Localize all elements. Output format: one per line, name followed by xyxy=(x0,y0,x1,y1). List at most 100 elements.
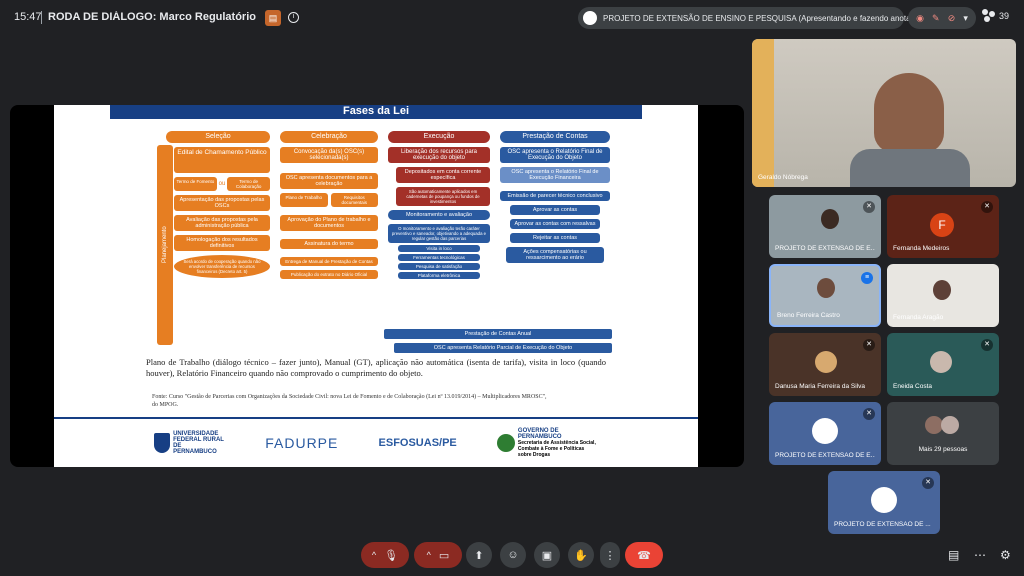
flow-box: Apresentação das propostas pelas OSCs xyxy=(174,195,270,211)
mic-off-icon: ✕ xyxy=(863,408,875,420)
end-call-icon: ☎ xyxy=(637,549,651,562)
end-call-button[interactable]: ☎ xyxy=(625,542,663,568)
host-controls-icon[interactable]: ⚙ xyxy=(1000,548,1011,562)
flow-or: ou xyxy=(218,181,226,187)
flow-box: Depositados em conta corrente específica xyxy=(396,167,490,183)
participant-tile[interactable]: Fernanda Aragão xyxy=(887,264,999,327)
column-header: Prestação de Contas xyxy=(500,131,610,143)
flow-box: Pesquisa de satisfação xyxy=(398,263,480,270)
meeting-title: RODA DE DIÁLOGO: Marco Regulatório da So… xyxy=(48,11,258,23)
participant-tile[interactable]: ✕ Danusa Maria Ferreira da Silva xyxy=(769,333,881,396)
camera-off-icon[interactable]: ▭ xyxy=(439,549,449,562)
column-prestacao: Prestação de Contas OSC apresenta o Rela… xyxy=(500,131,610,263)
column-header: Celebração xyxy=(280,131,378,143)
recording-controls[interactable]: ◉ ✎ ⊘ ▾ xyxy=(908,7,976,29)
flow-box: Requisitos documentais xyxy=(330,193,378,207)
main-speaker-tile[interactable]: Geraldo Nóbrega xyxy=(752,39,1016,187)
flow-box: Plano de Trabalho xyxy=(280,193,328,207)
participant-video xyxy=(933,280,951,300)
participant-name: PROJETO DE EXTENSÃO DE E... xyxy=(775,245,875,252)
flow-box: Ferramentas tecnológicas xyxy=(398,254,480,261)
info-icon[interactable]: i xyxy=(288,12,299,23)
microphone-control[interactable]: ^ 🎙 xyxy=(361,542,409,568)
flow-box: OSC apresenta o Relatório Final de Execu… xyxy=(500,167,610,183)
flow-box: São automaticamente aplicados em caderne… xyxy=(396,187,490,206)
more-options-button[interactable]: ⋮ xyxy=(600,542,620,568)
mic-off-icon: ✕ xyxy=(863,201,875,213)
captions-button[interactable]: ▣ xyxy=(534,542,560,568)
flow-box: O monitoramento e avaliação terão caráte… xyxy=(388,224,490,243)
flow-box: Aprovar as contas com ressalvas xyxy=(510,219,600,229)
presenter-avatar xyxy=(583,11,597,25)
participant-name: Danusa Maria Ferreira da Silva xyxy=(775,383,865,390)
top-bar: 15:47 RODA DE DIÁLOGO: Marco Regulatório… xyxy=(0,0,1024,36)
mic-off-icon: ✕ xyxy=(922,477,934,489)
flow-box: Publicação do extrato no Diário Oficial xyxy=(280,270,378,279)
participant-tile[interactable]: ✕ PROJETO DE EXTENSÃO DE E... xyxy=(769,402,881,465)
participant-video xyxy=(817,278,835,298)
speaking-icon: ≡ xyxy=(861,272,873,284)
fadurpe-logo: FADURPE xyxy=(265,435,339,451)
participant-tile[interactable]: ✕ Eneida Costa xyxy=(887,333,999,396)
flow-bar: Prestação de Contas Anual xyxy=(384,329,612,339)
mic-off-icon[interactable]: 🎙 xyxy=(384,549,398,562)
flow-box: Rejeitar as contas xyxy=(510,233,600,243)
slide-source: Fonte: Curso "Gestão de Parcerias com Or… xyxy=(152,394,547,408)
reactions-button[interactable]: ☺ xyxy=(500,542,526,568)
chevron-down-icon[interactable]: ▾ xyxy=(963,13,968,24)
presenter-label: PROJETO DE EXTENSÃO DE ENSINO E PESQUISA… xyxy=(603,13,931,23)
apps-icon[interactable]: ⋯ xyxy=(974,548,986,562)
more-icon: ⋮ xyxy=(604,549,616,562)
flow-box: Edital de Chamamento Público xyxy=(174,147,270,173)
flow-box: OSC apresenta o Relatório Final de Execu… xyxy=(500,147,610,163)
present-button[interactable]: ⬆ xyxy=(466,542,492,568)
emoji-icon: ☺ xyxy=(507,549,519,561)
flow-box: Avaliação das propostas pela administraç… xyxy=(174,215,270,231)
participant-tile[interactable]: ✕ PROJETO DE EXTENSÃO DE E... xyxy=(769,195,881,258)
stop-share-icon[interactable]: ⊘ xyxy=(948,13,956,24)
logo-strip: UNIVERSIDADE FEDERAL RURAL DE PERNAMBUCO… xyxy=(54,417,698,467)
captions-icon: ▣ xyxy=(541,549,553,562)
chat-icon[interactable]: ▤ xyxy=(948,548,959,562)
flow-box: Termo de Colaboração xyxy=(227,177,270,191)
ufrpe-crest-icon xyxy=(154,433,171,453)
column-selecao: Seleção Edital de Chamamento Público Ter… xyxy=(166,131,270,278)
participant-avatar xyxy=(812,418,838,444)
flow-box: Convocação da(s) OSC(s) selecionada(s) xyxy=(280,147,378,163)
chevron-up-icon[interactable]: ^ xyxy=(372,550,376,560)
raise-hand-icon: ✋ xyxy=(574,549,588,562)
more-participants-tile[interactable]: Mais 29 pessoas xyxy=(887,402,999,465)
camera-control[interactable]: ^ ▭ xyxy=(414,542,462,568)
participants-button[interactable]: 39 xyxy=(982,9,1009,23)
participant-name: Eneida Costa xyxy=(893,383,933,390)
raise-hand-button[interactable]: ✋ xyxy=(568,542,594,568)
gov-crest-icon xyxy=(496,434,515,452)
flow-row: Plano de Trabalho Requisitos documentais xyxy=(280,193,378,207)
flow-box: Assinatura do termo xyxy=(280,239,378,249)
participant-tile[interactable]: ≡ Breno Ferreira Castro xyxy=(769,264,881,327)
column-celebracao: Celebração Convocação da(s) OSC(s) selec… xyxy=(280,131,378,279)
presenter-indicator[interactable]: PROJETO DE EXTENSÃO DE ENSINO E PESQUISA… xyxy=(578,7,930,29)
background-curtain xyxy=(752,39,774,187)
participant-tile[interactable]: F ✕ Fernanda Medeiros xyxy=(887,195,999,258)
record-icon[interactable]: ◉ xyxy=(916,13,924,24)
esfosuas-logo: ESFOSUAS/PE xyxy=(378,437,457,449)
flow-box: Aprovar as contas xyxy=(510,205,600,215)
participant-video xyxy=(821,209,839,229)
speaker-body xyxy=(850,149,970,187)
flow-note: Será acordo de cooperação quando não env… xyxy=(174,255,270,278)
chevron-up-icon[interactable]: ^ xyxy=(427,550,431,560)
participant-avatar xyxy=(815,351,837,373)
flow-box: Emissão de parecer técnico conclusivo xyxy=(500,191,610,201)
participant-tile[interactable]: ✕ PROJETO DE EXTENSÃO DE ... xyxy=(828,471,940,534)
participant-name: Breno Ferreira Castro xyxy=(777,312,840,319)
slide-title: Fases da Lei xyxy=(110,105,642,119)
annotate-icon[interactable]: ✎ xyxy=(932,13,940,24)
column-execucao: Execução Liberação dos recursos para exe… xyxy=(388,131,490,279)
flow-box: Ações compensatórias ou ressarcimento ao… xyxy=(506,247,604,263)
flow-box: Termo de Fomento xyxy=(174,177,217,191)
participant-count: 39 xyxy=(999,11,1010,21)
document-icon[interactable]: ▤ xyxy=(265,10,281,26)
mic-off-icon: ✕ xyxy=(981,201,993,213)
participant-name: Fernanda Medeiros xyxy=(893,245,950,252)
